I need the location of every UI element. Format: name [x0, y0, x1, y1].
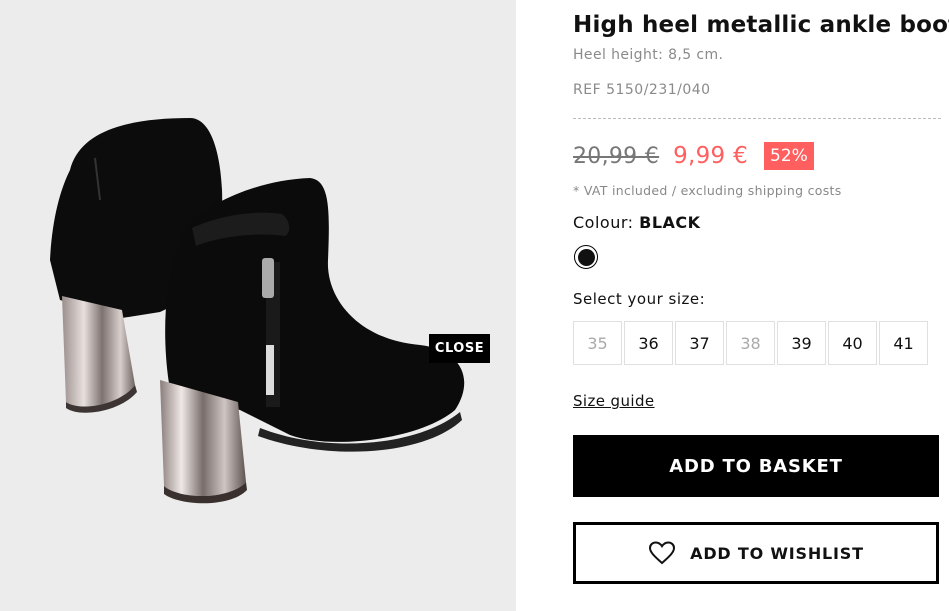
size-label: Select your size: [573, 290, 706, 308]
swatch-fill [577, 248, 595, 266]
close-button[interactable]: CLOSE [429, 334, 490, 363]
product-image [50, 118, 465, 504]
size-option-39[interactable]: 39 [777, 321, 826, 365]
divider [573, 118, 941, 119]
old-price: 20,99 € [573, 143, 660, 169]
colour-row: Colour: BLACK [573, 213, 701, 232]
discount-badge: 52% [764, 142, 814, 170]
wishlist-label: ADD TO WISHLIST [690, 543, 864, 563]
size-option-41[interactable]: 41 [879, 321, 928, 365]
colour-label: Colour: [573, 213, 634, 232]
heart-icon [648, 541, 676, 565]
vat-note: * VAT included / excluding shipping cost… [573, 183, 842, 198]
size-option-37[interactable]: 37 [675, 321, 724, 365]
size-guide-link[interactable]: Size guide [573, 392, 655, 410]
size-option-40[interactable]: 40 [828, 321, 877, 365]
heel-height: Heel height: 8,5 cm. [573, 47, 724, 63]
product-image-panel: CLOSE [0, 0, 516, 611]
add-to-basket-button[interactable]: ADD TO BASKET [573, 435, 939, 497]
size-option-36[interactable]: 36 [624, 321, 673, 365]
product-info: High heel metallic ankle boots Heel heig… [573, 0, 949, 611]
size-option-35[interactable]: 35 [573, 321, 622, 365]
size-selector: 35 36 37 38 39 40 41 [573, 321, 930, 365]
add-to-wishlist-button[interactable]: ADD TO WISHLIST [573, 522, 939, 584]
product-reference: REF 5150/231/040 [573, 82, 711, 98]
product-title: High heel metallic ankle boots [573, 12, 949, 38]
size-option-38[interactable]: 38 [726, 321, 775, 365]
sale-price: 9,99 € [673, 143, 749, 169]
colour-value: BLACK [639, 213, 701, 232]
colour-swatch-black[interactable] [574, 245, 598, 269]
price-row: 20,99 € 9,99 € 52% [573, 140, 814, 172]
